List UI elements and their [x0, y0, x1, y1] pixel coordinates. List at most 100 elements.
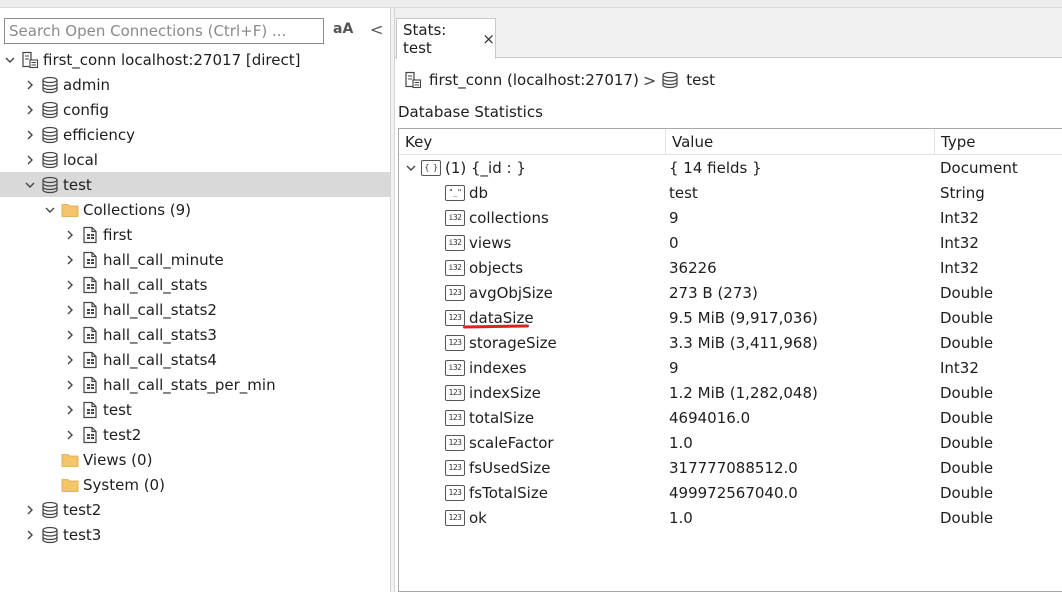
- chevron-right-icon[interactable]: [64, 354, 76, 366]
- chevron-right-icon[interactable]: [24, 79, 36, 91]
- row-type: Double: [940, 308, 994, 327]
- row-key: storageSize: [469, 333, 557, 352]
- column-header-value[interactable]: Value: [666, 129, 935, 155]
- table-row[interactable]: i32 collections 9 Int32: [399, 205, 1062, 230]
- table-row-root[interactable]: { } (1) {_id : } { 14 fields } Document: [399, 155, 1062, 180]
- match-case-button[interactable]: aA: [333, 21, 353, 37]
- tree-collection-item[interactable]: hall_call_stats2: [0, 297, 390, 322]
- breadcrumb-connection[interactable]: first_conn (localhost:27017): [429, 71, 639, 89]
- tree-collection-item[interactable]: test2: [0, 422, 390, 447]
- close-icon[interactable]: ×: [482, 30, 495, 48]
- chevron-right-icon[interactable]: [24, 129, 36, 141]
- string-type-icon: "_": [445, 184, 465, 201]
- row-value: 9: [669, 208, 679, 227]
- row-key: avgObjSize: [469, 283, 553, 302]
- folder-icon: [60, 451, 80, 469]
- row-value: 36226: [669, 258, 717, 277]
- tab-bar: Stats: test ×: [395, 8, 1062, 59]
- tree-collections-folder[interactable]: Collections (9): [0, 197, 390, 222]
- table-row[interactable]: i32 objects 36226 Int32: [399, 255, 1062, 280]
- table-row[interactable]: 123 totalSize 4694016.0 Double: [399, 405, 1062, 430]
- table-row[interactable]: 123 fsUsedSize 317777088512.0 Double: [399, 455, 1062, 480]
- chevron-down-icon[interactable]: [405, 162, 417, 174]
- tree-collection-item[interactable]: hall_call_stats: [0, 272, 390, 297]
- tree-collection-item[interactable]: hall_call_stats3: [0, 322, 390, 347]
- tree-collection-item[interactable]: test: [0, 397, 390, 422]
- tree-db-test2[interactable]: test2: [0, 497, 390, 522]
- breadcrumb-database[interactable]: test: [686, 71, 715, 89]
- collection-label: hall_call_stats4: [103, 350, 217, 369]
- row-key: collections: [469, 208, 549, 227]
- table-row[interactable]: 123 ok 1.0 Double: [399, 505, 1062, 530]
- search-input[interactable]: [4, 18, 324, 44]
- column-header-key[interactable]: Key: [399, 129, 666, 155]
- row-type: Double: [940, 483, 994, 502]
- chevron-right-icon[interactable]: [64, 379, 76, 391]
- tree-connection[interactable]: first_conn localhost:27017 [direct]: [0, 47, 390, 72]
- row-type: Double: [940, 508, 994, 527]
- tree-db-config[interactable]: config: [0, 97, 390, 122]
- row-value: 1.0: [669, 508, 693, 527]
- table-row[interactable]: i32 indexes 9 Int32: [399, 355, 1062, 380]
- chevron-right-icon[interactable]: [64, 404, 76, 416]
- chevron-right-icon[interactable]: [64, 329, 76, 341]
- chevron-right-icon[interactable]: [24, 504, 36, 516]
- table-row[interactable]: "_" db test String: [399, 180, 1062, 205]
- breadcrumb: first_conn (localhost:27017) > test: [403, 67, 715, 93]
- folder-icon: [60, 201, 80, 219]
- table-row[interactable]: i32 views 0 Int32: [399, 230, 1062, 255]
- chevron-right-icon[interactable]: [24, 154, 36, 166]
- chevron-down-icon[interactable]: [24, 179, 36, 191]
- tree-db-test3[interactable]: test3: [0, 522, 390, 547]
- chevron-right-icon[interactable]: [24, 529, 36, 541]
- tree-system-folder[interactable]: System (0): [0, 472, 390, 497]
- tree-views-folder[interactable]: Views (0): [0, 447, 390, 472]
- int32-type-icon: i32: [445, 209, 465, 226]
- document-icon: { }: [421, 159, 441, 176]
- row-key: objects: [469, 258, 524, 277]
- row-value: 317777088512.0: [669, 458, 798, 477]
- chevron-down-icon[interactable]: [4, 54, 16, 66]
- chevron-right-icon[interactable]: [64, 229, 76, 241]
- folder-icon: [60, 476, 80, 494]
- row-key: indexes: [469, 358, 527, 377]
- table-row[interactable]: 123 indexSize 1.2 MiB (1,282,048) Double: [399, 380, 1062, 405]
- tree-db-efficiency[interactable]: efficiency: [0, 122, 390, 147]
- tree-collection-item[interactable]: first: [0, 222, 390, 247]
- chevron-right-icon[interactable]: [64, 429, 76, 441]
- tree-db-admin[interactable]: admin: [0, 72, 390, 97]
- table-row[interactable]: 123 storageSize 3.3 MiB (3,411,968) Double: [399, 330, 1062, 355]
- folder-label: Collections (9): [83, 200, 192, 219]
- tree-collection-item[interactable]: hall_call_stats_per_min: [0, 372, 390, 397]
- server-connection-icon: [20, 51, 40, 69]
- double-type-icon: 123: [445, 459, 465, 476]
- chevron-right-icon[interactable]: [64, 254, 76, 266]
- chevron-right-icon[interactable]: [64, 279, 76, 291]
- chevron-right-icon[interactable]: [64, 304, 76, 316]
- collection-icon: [80, 426, 100, 444]
- table-row[interactable]: 123 scaleFactor 1.0 Double: [399, 430, 1062, 455]
- tree-db-test[interactable]: test: [0, 172, 390, 197]
- tab-stats-test[interactable]: Stats: test ×: [396, 18, 496, 59]
- row-value: 3.3 MiB (3,411,968): [669, 333, 818, 352]
- table-row[interactable]: 123 fsTotalSize 499972567040.0 Double: [399, 480, 1062, 505]
- tree-collection-item[interactable]: hall_call_minute: [0, 247, 390, 272]
- table-row[interactable]: 123 dataSize 9.5 MiB (9,917,036) Double: [399, 305, 1062, 330]
- row-key: db: [469, 183, 489, 202]
- row-type: Int32: [940, 208, 979, 227]
- double-type-icon: 123: [445, 409, 465, 426]
- connection-label: first_conn localhost:27017 [direct]: [43, 50, 301, 69]
- chevron-down-icon[interactable]: [44, 204, 56, 216]
- double-type-icon: 123: [445, 384, 465, 401]
- database-icon: [40, 176, 60, 194]
- server-connection-icon: [403, 71, 423, 89]
- database-icon: [40, 101, 60, 119]
- database-icon: [40, 501, 60, 519]
- column-header-type[interactable]: Type: [935, 129, 1062, 155]
- collapse-panel-button[interactable]: <: [370, 20, 383, 39]
- tree-db-local[interactable]: local: [0, 147, 390, 172]
- chevron-right-icon[interactable]: [24, 104, 36, 116]
- int32-type-icon: i32: [445, 234, 465, 251]
- tree-collection-item[interactable]: hall_call_stats4: [0, 347, 390, 372]
- table-row[interactable]: 123 avgObjSize 273 B (273) Double: [399, 280, 1062, 305]
